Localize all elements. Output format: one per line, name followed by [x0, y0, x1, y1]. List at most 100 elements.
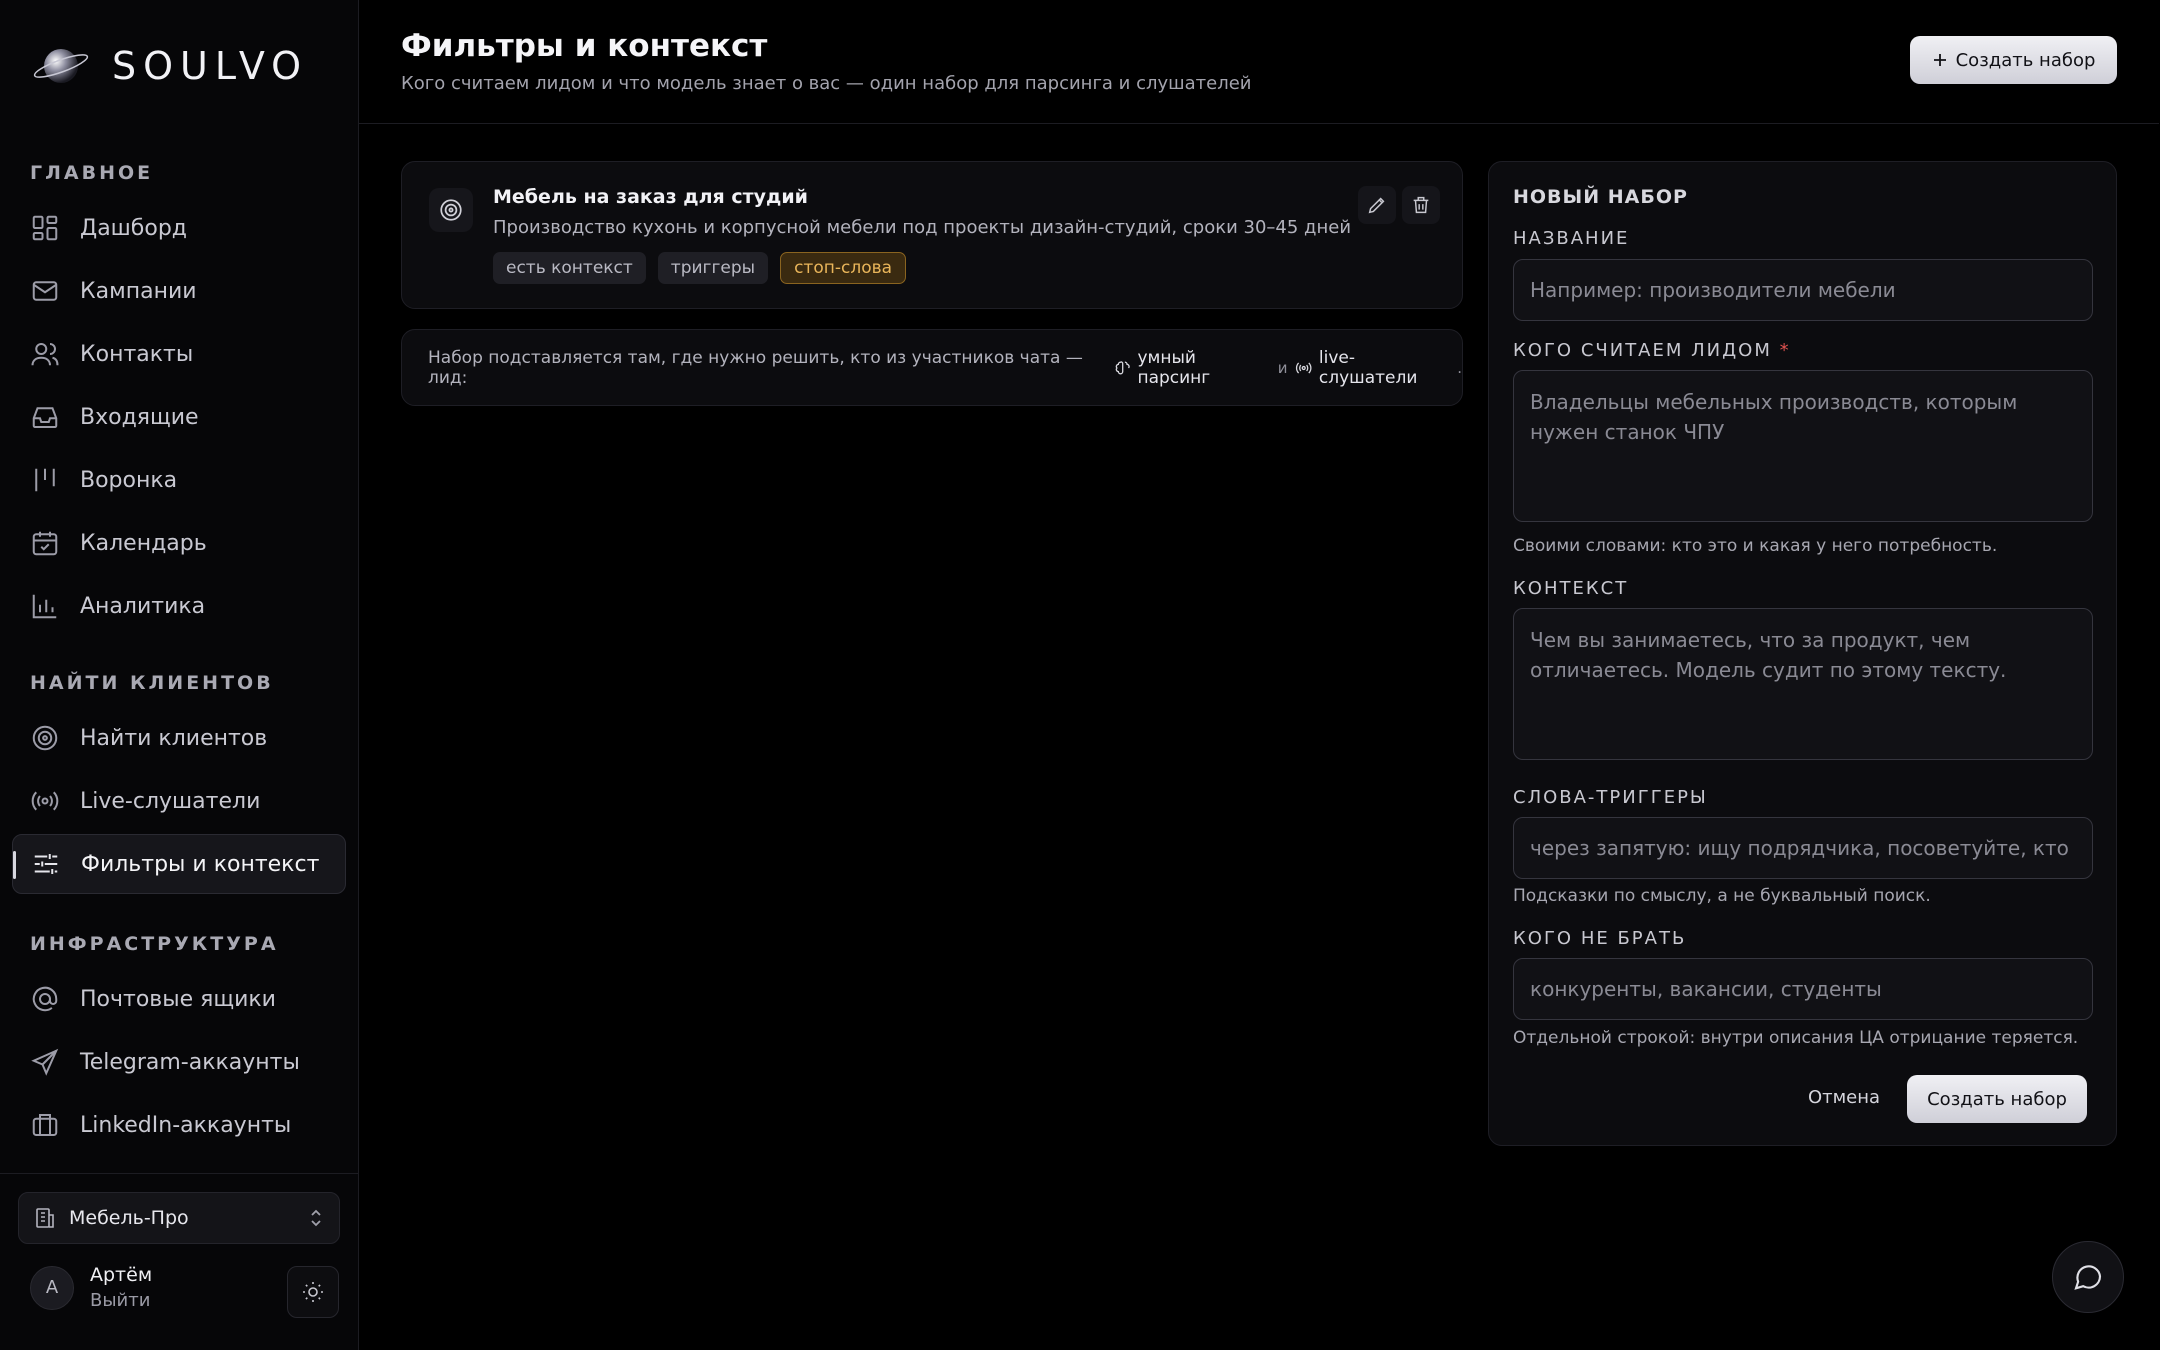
sliders-icon: [34, 854, 58, 874]
set-tags: есть контекст триггеры стоп-слова: [493, 252, 907, 284]
sidebar-item-label: Почтовые ящики: [80, 986, 276, 1012]
workspace-switcher[interactable]: Мебель-Про: [18, 1192, 340, 1244]
create-set-label: Создать набор: [1955, 49, 2096, 71]
page-title: Фильтры и контекст: [401, 28, 768, 64]
sidebar-item-mailboxes[interactable]: Почтовые ящики: [12, 969, 346, 1029]
context-field[interactable]: [1513, 608, 2093, 760]
plus-icon: [1933, 54, 1946, 66]
sidebar-item-filters[interactable]: Фильтры и контекст: [12, 834, 346, 894]
user-profile: А Артём Выйти: [30, 1264, 152, 1311]
sidebar-item-campaigns[interactable]: Кампании: [12, 261, 346, 321]
sidebar-item-label: Кампании: [80, 278, 197, 304]
mail-icon: [32, 281, 58, 301]
sidebar-divider: [0, 1173, 359, 1174]
create-set-button[interactable]: Создать набор: [1910, 36, 2117, 84]
sidebar-item-find-clients[interactable]: Найти клиентов: [12, 708, 346, 768]
broadcast-icon: [1296, 361, 1312, 374]
name-input[interactable]: [1513, 259, 2093, 321]
sidebar-item-funnel[interactable]: Воронка: [12, 450, 346, 510]
sidebar-item-label: Аналитика: [80, 593, 206, 619]
page-header: Фильтры и контекст Кого считаем лидом и …: [359, 0, 2159, 124]
brand-name: SOULVO: [112, 44, 309, 88]
sidebar-item-inbox[interactable]: Входящие: [12, 387, 346, 447]
new-set-form: НОВЫЙ НАБОР НАЗВАНИЕ КОГО СЧИТАЕМ ЛИДОМ …: [1488, 161, 2117, 1146]
brain-icon: [1115, 360, 1130, 374]
chat-button[interactable]: [2052, 1241, 2124, 1313]
calendar-icon: [32, 531, 58, 556]
users-icon: [31, 343, 59, 366]
building-icon: [36, 1208, 54, 1228]
sidebar-item-label: Календарь: [80, 530, 207, 556]
brand-logo[interactable]: SOULVO: [32, 42, 308, 90]
sidebar-item-label: Воронка: [80, 467, 178, 493]
info-end: .: [1457, 358, 1462, 377]
main-content: Фильтры и контекст Кого считаем лидом и …: [359, 0, 2160, 1350]
live-listeners-chip[interactable]: live-слушатели: [1295, 348, 1449, 388]
smart-parsing-label: умный парсинг: [1137, 347, 1211, 388]
triggers-hint: Подсказки по смыслу, а не буквальный пои…: [1513, 886, 1931, 906]
theme-toggle-button[interactable]: [287, 1266, 339, 1318]
sidebar-item-label: Контакты: [80, 341, 194, 367]
sidebar-item-label: Telegram-аккаунты: [80, 1049, 300, 1075]
context-label: КОНТЕКСТ: [1513, 578, 1629, 599]
sidebar-item-analytics[interactable]: Аналитика: [12, 576, 346, 636]
target-icon: [32, 725, 58, 751]
workspace-name: Мебель-Про: [69, 1207, 189, 1229]
lead-description-field[interactable]: [1513, 370, 2093, 522]
target-icon: [440, 199, 462, 221]
exclude-label: КОГО НЕ БРАТЬ: [1513, 928, 1687, 949]
form-title: НОВЫЙ НАБОР: [1513, 186, 1688, 208]
live-listeners-label: live-слушатели: [1318, 347, 1418, 388]
chevron-updown-icon: [311, 1209, 321, 1227]
dashboard-icon: [32, 215, 58, 241]
tag-triggers: триггеры: [657, 252, 769, 284]
logout-link[interactable]: Выйти: [90, 1290, 152, 1311]
sidebar-item-linkedin[interactable]: LinkedIn-аккаунты: [12, 1095, 346, 1155]
sidebar-item-contacts[interactable]: Контакты: [12, 324, 346, 384]
lead-hint: Своими словами: кто это и какая у него п…: [1513, 536, 1998, 556]
sidebar-item-label: Дашборд: [80, 215, 188, 241]
delete-set-button[interactable]: [1402, 186, 1440, 224]
edit-set-button[interactable]: [1358, 186, 1396, 224]
chart-icon: [32, 594, 57, 619]
section-title-infrastructure: ИНФРАСТРУКТУРА: [30, 933, 279, 955]
page-subtitle: Кого считаем лидом и что модель знает о …: [401, 73, 1252, 94]
sidebar: SOULVO ГЛАВНОЕ Дашборд Кампании Контакты…: [0, 0, 359, 1350]
lead-label-text: КОГО СЧИТАЕМ ЛИДОМ: [1513, 340, 1772, 361]
section-title-main: ГЛАВНОЕ: [30, 162, 154, 184]
set-name: Мебель на заказ для студий: [493, 186, 808, 208]
set-icon: [429, 188, 473, 232]
lead-label: КОГО СЧИТАЕМ ЛИДОМ *: [1513, 340, 1791, 361]
chat-bubble-icon: [2074, 1265, 2102, 1290]
sidebar-item-live-listeners[interactable]: Live-слушатели: [12, 771, 346, 831]
pencil-icon: [1368, 197, 1385, 214]
planet-logo-icon: [33, 49, 89, 83]
submit-create-set-button[interactable]: Создать набор: [1907, 1075, 2087, 1123]
required-mark: *: [1779, 340, 1791, 361]
sun-icon: [303, 1282, 323, 1302]
exclude-input[interactable]: [1513, 958, 2093, 1020]
triggers-input[interactable]: [1513, 817, 2093, 879]
funnel-icon: [35, 468, 55, 492]
filter-set-card[interactable]: Мебель на заказ для студий Производство …: [401, 161, 1463, 309]
inbox-icon: [32, 407, 58, 428]
sidebar-item-calendar[interactable]: Календарь: [12, 513, 346, 573]
set-description: Производство кухонь и корпусной мебели п…: [493, 217, 1352, 238]
smart-parsing-chip[interactable]: умный парсинг: [1114, 348, 1270, 388]
info-text: Набор подставляется там, где нужно решит…: [428, 347, 1083, 388]
sidebar-item-label: LinkedIn-аккаунты: [80, 1112, 292, 1138]
sidebar-item-label: Входящие: [80, 404, 199, 430]
sidebar-item-telegram[interactable]: Telegram-аккаунты: [12, 1032, 346, 1092]
sidebar-item-dashboard[interactable]: Дашборд: [12, 198, 346, 258]
exclude-hint: Отдельной строкой: внутри описания ЦА от…: [1513, 1028, 2079, 1048]
user-name: Артём: [90, 1264, 153, 1286]
info-and: и: [1277, 358, 1288, 377]
info-note: Набор подставляется там, где нужно решит…: [401, 329, 1463, 406]
briefcase-icon: [32, 1114, 58, 1136]
at-icon: [32, 986, 58, 1012]
avatar[interactable]: А: [30, 1265, 74, 1310]
tag-stopwords: стоп-слова: [780, 252, 907, 284]
triggers-label: СЛОВА-ТРИГГЕРЫ: [1513, 787, 1708, 808]
cancel-button[interactable]: Отмена: [1789, 1073, 1899, 1121]
send-icon: [31, 1048, 59, 1076]
